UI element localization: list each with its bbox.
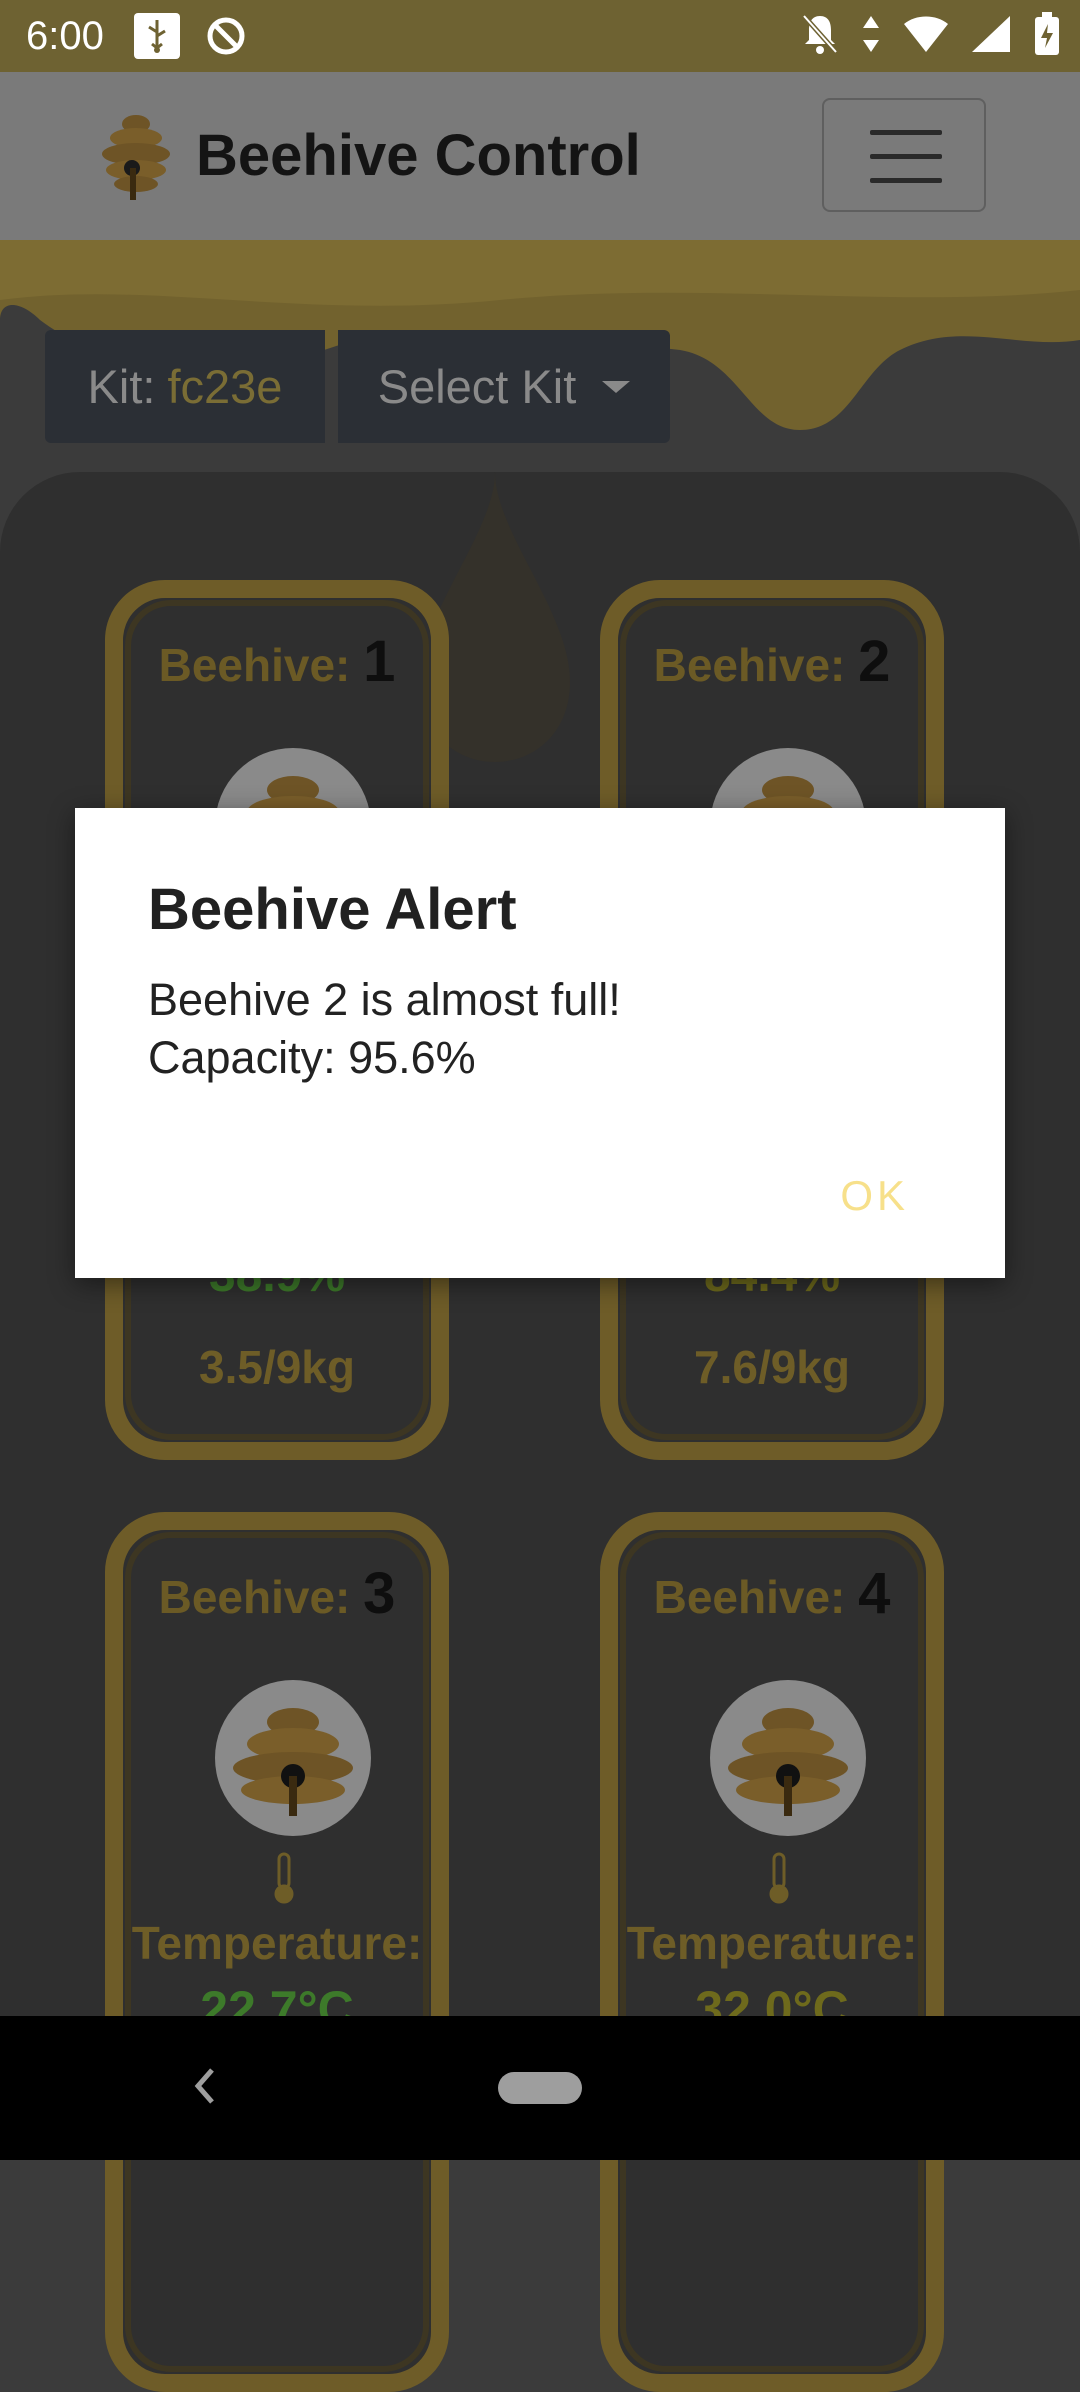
data-arrows-icon	[863, 16, 879, 52]
app-header: Beehive Control	[0, 72, 1080, 240]
beehive-icon	[710, 1680, 866, 1836]
wifi-icon	[904, 16, 948, 52]
hamburger-menu-icon	[870, 130, 942, 135]
select-kit-label: Select Kit	[377, 360, 577, 413]
hive-number: 3	[363, 1561, 396, 1626]
hive-label: Beehive:	[653, 1571, 846, 1623]
hive-card-4[interactable]: Beehive: 4 Temperature: 32.0°C	[600, 1512, 944, 2392]
menu-bar	[870, 178, 942, 183]
status-bar: 6:00	[0, 0, 1080, 72]
beehive-logo-icon[interactable]	[96, 110, 176, 202]
app-title: Beehive Control	[196, 123, 641, 188]
thermometer-icon	[274, 1852, 294, 1904]
menu-button[interactable]	[822, 98, 986, 212]
hive-card-title: Beehive: 4	[618, 1560, 926, 1627]
status-icons-left	[133, 13, 248, 59]
hive-label: Beehive:	[158, 639, 351, 691]
weight-value: 7.6/9kg	[694, 1341, 850, 1393]
dialog-title: Beehive Alert	[148, 877, 517, 942]
beehive-alert-dialog: Beehive Alert Beehive 2 is almost full! …	[75, 808, 1005, 1278]
dialog-message: Beehive 2 is almost full! Capacity: 95.6…	[148, 974, 621, 1083]
select-kit-dropdown[interactable]: Select Kit	[338, 330, 670, 443]
usb-icon	[133, 13, 180, 59]
battery-icon	[1035, 12, 1059, 55]
sync-off-icon	[207, 17, 245, 55]
hive-card-title: Beehive: 3	[123, 1560, 431, 1627]
kit-indicator: Kit: fc23e	[45, 330, 325, 443]
kit-label: Kit:	[87, 360, 156, 413]
signal-icon	[972, 16, 1010, 52]
status-time: 6:00	[26, 13, 104, 58]
hive-card-title: Beehive: 1	[123, 628, 431, 695]
hive-card-title: Beehive: 2	[618, 628, 926, 695]
hive-label: Beehive:	[653, 639, 846, 691]
notifications-off-icon	[802, 14, 838, 54]
navigation-bar	[0, 2016, 1080, 2160]
hive-label: Beehive:	[158, 1571, 351, 1623]
back-icon[interactable]	[190, 2064, 218, 2108]
thermometer-icon	[769, 1852, 789, 1904]
hive-card-3[interactable]: Beehive: 3 Temperature: 22.7°C	[105, 1512, 449, 2392]
kit-id: fc23e	[167, 360, 283, 413]
hive-number: 1	[363, 629, 396, 694]
status-icons-right	[800, 12, 1060, 56]
weight-value: 3.5/9kg	[199, 1341, 355, 1393]
ok-button[interactable]: OK	[840, 1172, 909, 1220]
caret-down-icon	[602, 380, 631, 393]
temperature-label: Temperature:	[626, 1917, 918, 1969]
hive-number: 2	[858, 629, 891, 694]
menu-bar	[870, 154, 942, 159]
hive-number: 4	[858, 1561, 891, 1626]
beehive-icon	[215, 1680, 371, 1836]
home-pill-icon[interactable]	[498, 2072, 582, 2104]
temperature-label: Temperature:	[131, 1917, 423, 1969]
